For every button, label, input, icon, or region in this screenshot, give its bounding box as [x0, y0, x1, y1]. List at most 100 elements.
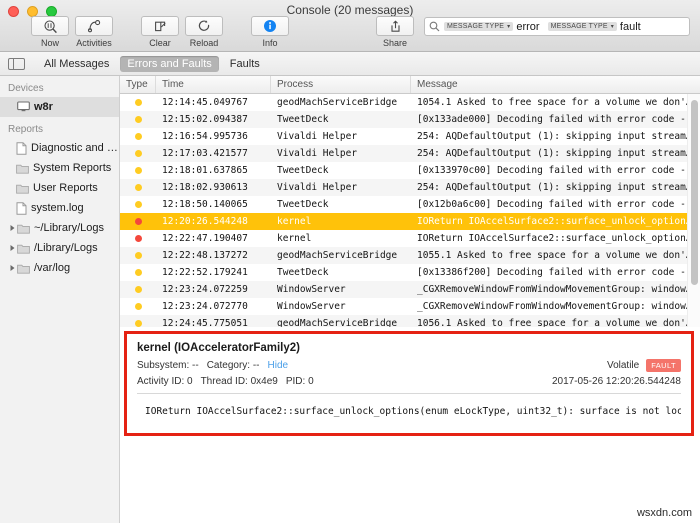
detail-thread-id: Thread ID: 0x4e9 [201, 376, 278, 387]
main-content: Type Time Process Message 12:14:45.04976… [120, 76, 700, 523]
column-header-type[interactable]: Type [120, 76, 156, 93]
chevron-down-icon: ▾ [610, 24, 614, 30]
process-cell: geodMachServiceBridge [277, 250, 398, 261]
message-cell: [0x133970c00] Decoding failed with error… [417, 165, 692, 176]
sidebar-item-library-logs[interactable]: /Library/Logs [0, 238, 119, 258]
type-cell [120, 303, 156, 310]
column-header-process[interactable]: Process [271, 76, 411, 93]
toolbar-button-clear[interactable]: Clear [138, 16, 182, 48]
message-cell: [0x12b0a6c00] Decoding failed with error… [417, 199, 692, 210]
display-icon [17, 101, 30, 113]
table-row[interactable]: 12:17:03.421577 Vivaldi Helper 254: AQDefa… [120, 145, 700, 162]
watermark: wsxdn.com [636, 507, 692, 519]
toolbar-button-reload[interactable]: Reload [182, 16, 226, 48]
segment-all-messages[interactable]: All Messages [37, 56, 116, 72]
error-dot-icon [134, 269, 142, 276]
process-cell: Vivaldi Helper [277, 182, 358, 193]
vertical-scrollbar[interactable] [687, 94, 700, 327]
sidebar-item-label: /var/log [34, 262, 71, 274]
search-input[interactable]: MESSAGE TYPE ▾ error MESSAGE TYPE ▾ faul… [424, 17, 690, 36]
type-cell [120, 167, 156, 174]
share-icon [388, 19, 403, 34]
table-row[interactable]: 12:22:52.179241 TweetDeck [0x13386f200] De… [120, 264, 700, 281]
sidebar-toggle-icon[interactable] [8, 57, 25, 70]
column-header-time[interactable]: Time [156, 76, 271, 93]
table-row[interactable]: 12:22:48.137272 geodMachServiceBridge 1055… [120, 247, 700, 264]
process-cell: TweetDeck [277, 199, 329, 210]
table-row[interactable]: 12:18:50.140065 TweetDeck [0x12b0a6c00] De… [120, 196, 700, 213]
sidebar-item-system-log[interactable]: system.log [0, 198, 119, 218]
sidebar-item-diagnostic-and-usage[interactable]: Diagnostic and U… [0, 138, 119, 158]
detail-timestamp: 2017-05-26 12:20:26.544248 [551, 376, 681, 387]
table-row[interactable]: 12:18:01.637865 TweetDeck [0x133970c00] De… [120, 162, 700, 179]
error-dot-icon [134, 116, 142, 123]
fault-dot-icon [134, 218, 142, 225]
table-row[interactable]: 12:22:47.190407 kernel IOReturn IOAccelSur… [120, 230, 700, 247]
filter-token-1[interactable]: MESSAGE TYPE ▾ [444, 22, 514, 31]
error-dot-icon [134, 320, 142, 327]
type-cell [120, 269, 156, 276]
process-cell: Vivaldi Helper [277, 131, 358, 142]
time-cell: 12:15:02.094387 [162, 114, 248, 125]
toolbar-button-share[interactable]: Share [372, 16, 418, 48]
process-cell: geodMachServiceBridge [277, 318, 398, 327]
type-cell [120, 286, 156, 293]
error-dot-icon [134, 99, 142, 106]
error-dot-icon [134, 167, 142, 174]
log-table: 12:14:45.049767 geodMachServiceBridge 1054… [120, 94, 700, 327]
toolbar-button-activities[interactable]: Activities [72, 16, 116, 48]
sidebar-item-user-reports[interactable]: User Reports [0, 178, 119, 198]
disclosure-triangle-icon[interactable] [8, 264, 17, 272]
sidebar-item-label: w8r [34, 101, 53, 113]
detail-subsystem-value: -- [192, 360, 199, 371]
table-row[interactable]: 12:20:26.544248 kernel IOReturn IOAccelSur… [120, 213, 700, 230]
table-row[interactable]: 12:18:02.930613 Vivaldi Helper 254: AQDefa… [120, 179, 700, 196]
sidebar-item-user-library-logs[interactable]: ~/Library/Logs [0, 218, 119, 238]
table-row[interactable]: 12:15:02.094387 TweetDeck [0x133ade000] De… [120, 111, 700, 128]
time-cell: 12:22:47.190407 [162, 233, 248, 244]
sidebar-item-system-reports[interactable]: System Reports [0, 158, 119, 178]
segment-errors-and-faults[interactable]: Errors and Faults [120, 55, 219, 72]
toolbar-button-info[interactable]: Info [248, 16, 292, 48]
table-row[interactable]: 12:14:45.049767 geodMachServiceBridge 1054… [120, 94, 700, 111]
time-cell: 12:22:52.179241 [162, 267, 248, 278]
detail-thread-value: 0x4e9 [250, 376, 278, 387]
window-body: Devices w8r Reports Diagnostic and U… Sy… [0, 76, 700, 523]
message-cell: 1054.1 Asked to free space for a volume … [417, 97, 700, 108]
table-row[interactable]: 12:24:45.775051 geodMachServiceBridge 1056… [120, 315, 700, 327]
detail-hide-link[interactable]: Hide [268, 360, 289, 371]
error-dot-icon [134, 201, 142, 208]
folder-icon [16, 183, 29, 194]
column-header-message[interactable]: Message [411, 76, 700, 93]
table-row[interactable]: 12:23:24.072770 WindowServer _CGXRemoveWin… [120, 298, 700, 315]
document-icon [16, 141, 27, 155]
folder-icon [17, 223, 30, 234]
scrollbar-thumb[interactable] [691, 100, 698, 285]
toolbar-button-now[interactable]: Now [28, 16, 72, 48]
disclosure-triangle-icon[interactable] [8, 224, 17, 232]
time-cell: 12:20:26.544248 [162, 216, 248, 227]
segment-faults[interactable]: Faults [223, 56, 267, 72]
time-cell: 12:17:03.421577 [162, 148, 248, 159]
toolbar-label-activities: Activities [76, 38, 112, 48]
activities-icon [87, 19, 102, 34]
table-row[interactable]: 12:16:54.995736 Vivaldi Helper 254: AQDefa… [120, 128, 700, 145]
error-dot-icon [134, 303, 142, 310]
fault-dot-icon [134, 235, 142, 242]
message-cell: IOReturn IOAccelSurface2::surface_unlock… [417, 233, 700, 244]
time-cell: 12:18:02.930613 [162, 182, 248, 193]
search-icon [429, 21, 440, 32]
sidebar-item-var-log[interactable]: /var/log [0, 258, 119, 278]
now-icon [43, 19, 58, 34]
toolbar-label-clear: Clear [149, 38, 171, 48]
sidebar-section-devices: Devices [8, 83, 44, 94]
error-dot-icon [134, 133, 142, 140]
detail-subsystem: Subsystem: -- [137, 360, 199, 371]
sidebar-item-w8r[interactable]: w8r [0, 97, 119, 117]
filter-token-2[interactable]: MESSAGE TYPE ▾ [547, 22, 617, 31]
message-cell: [0x13386f200] Decoding failed with error… [417, 267, 692, 278]
time-cell: 12:22:48.137272 [162, 250, 248, 261]
sidebar-item-label: User Reports [33, 182, 98, 194]
disclosure-triangle-icon[interactable] [8, 244, 17, 252]
table-row[interactable]: 12:23:24.072259 WindowServer _CGXRemoveWin… [120, 281, 700, 298]
